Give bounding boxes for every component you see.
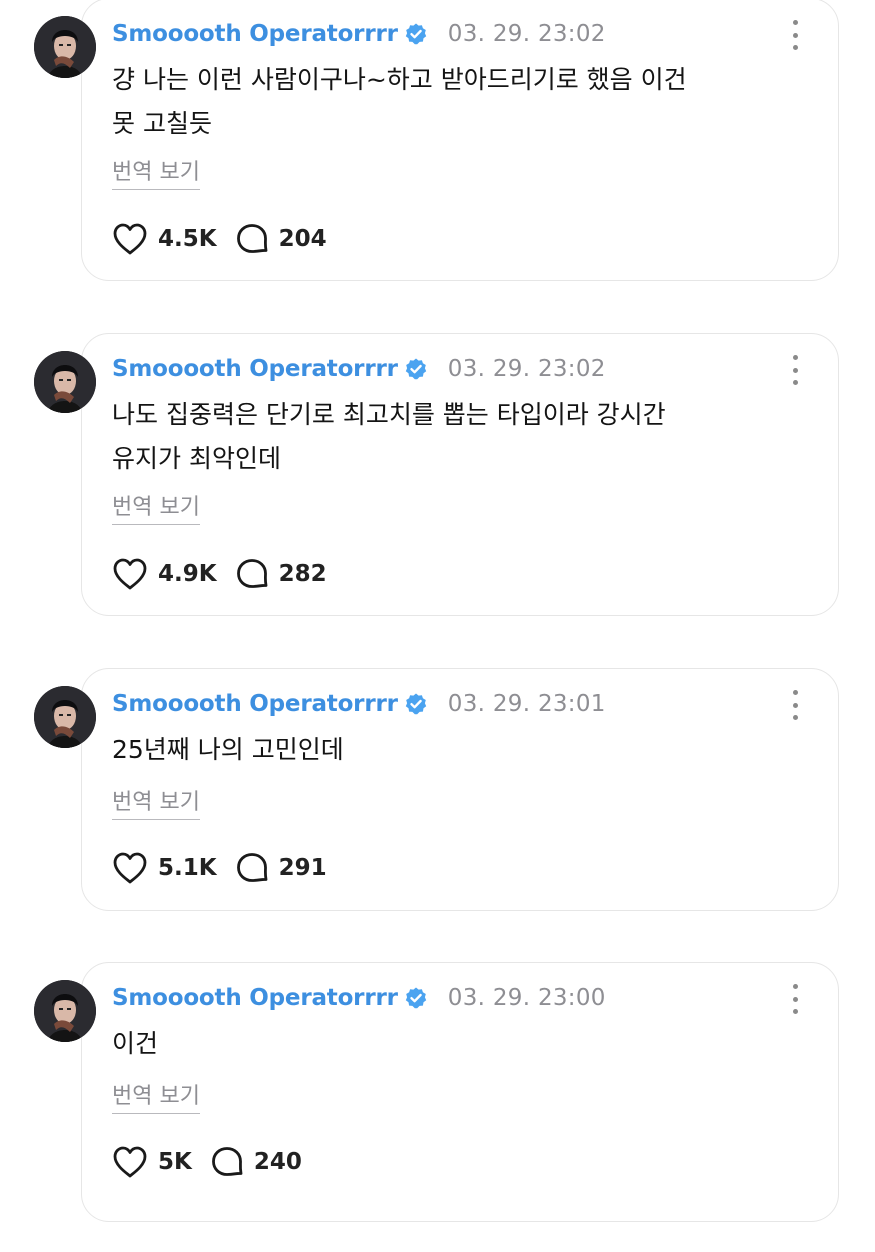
like-button[interactable]: 5.1K [112,851,217,885]
post-header: Smooooth Operatorrrr 03. 29. 23:01 [112,688,606,720]
like-count: 5K [158,1149,192,1175]
reply-button[interactable]: 204 [235,222,327,256]
post-timestamp: 03. 29. 23:02 [447,356,606,382]
heart-icon [113,558,147,590]
post-header: Smooooth Operatorrrr 03. 29. 23:00 [112,982,606,1014]
reply-count: 291 [278,855,327,881]
post-actions: 4.9K 282 [112,556,327,592]
comment-bubble-icon [236,853,267,882]
avatar[interactable] [34,16,96,78]
more-vertical-icon [792,355,798,360]
username[interactable]: Smooooth Operatorrrr [112,691,398,717]
post-timestamp: 03. 29. 23:00 [447,985,606,1011]
like-count: 4.5K [158,226,217,252]
reply-count: 282 [278,561,327,587]
like-button[interactable]: 4.5K [112,222,217,256]
heart-icon [113,1146,147,1178]
more-vertical-icon [792,690,798,695]
verified-badge-icon [404,692,428,716]
avatar[interactable] [34,351,96,413]
post-text: 걍 나는 이런 사람이구나~하고 받아드리기로 했음 이건 못 고칠듯 [112,65,687,138]
heart-icon [113,223,147,255]
like-button[interactable]: 5K [112,1145,192,1179]
username[interactable]: Smooooth Operatorrrr [112,356,398,382]
translate-link[interactable]: 번역 보기 [112,489,200,525]
translate-link[interactable]: 번역 보기 [112,154,200,190]
post-actions: 5K 240 [112,1144,302,1180]
more-options-button[interactable] [782,690,808,720]
reply-count: 240 [253,1149,302,1175]
post-text: 25년째 나의 고민인데 [112,735,344,764]
translate-link[interactable]: 번역 보기 [112,784,200,820]
reply-button[interactable]: 291 [235,851,327,885]
reply-count: 204 [278,226,327,252]
verified-badge-icon [404,357,428,381]
avatar[interactable] [34,686,96,748]
verified-badge-icon [404,986,428,1010]
post-timestamp: 03. 29. 23:01 [447,691,606,717]
reply-button[interactable]: 282 [235,557,327,591]
post-header: Smooooth Operatorrrr 03. 29. 23:02 [112,353,606,385]
more-options-button[interactable] [782,984,808,1014]
more-options-button[interactable] [782,355,808,385]
heart-icon [113,852,147,884]
comment-bubble-icon [236,559,267,588]
post-item: Smooooth Operatorrrr 03. 29. 23:00 이건 번역… [0,962,875,1252]
more-options-button[interactable] [782,20,808,50]
post-actions: 4.5K 204 [112,221,327,257]
post-timestamp: 03. 29. 23:02 [447,21,606,47]
username[interactable]: Smooooth Operatorrrr [112,985,398,1011]
reply-button[interactable]: 240 [210,1145,302,1179]
avatar[interactable] [34,980,96,1042]
post-item: Smooooth Operatorrrr 03. 29. 23:02 걍 나는 … [0,0,875,288]
post-actions: 5.1K 291 [112,850,327,886]
like-count: 5.1K [158,855,217,881]
post-item: Smooooth Operatorrrr 03. 29. 23:02 나도 집중… [0,333,875,623]
verified-badge-icon [404,22,428,46]
translate-link[interactable]: 번역 보기 [112,1078,200,1114]
username[interactable]: Smooooth Operatorrrr [112,21,398,47]
like-count: 4.9K [158,561,217,587]
more-vertical-icon [792,984,798,989]
post-item: Smooooth Operatorrrr 03. 29. 23:01 25년째 … [0,668,875,958]
post-text: 이건 [112,1029,159,1058]
more-vertical-icon [792,20,798,25]
comment-bubble-icon [211,1147,243,1176]
thread-feed: Smooooth Operatorrrr 03. 29. 23:02 걍 나는 … [0,0,875,1222]
comment-bubble-icon [236,224,267,253]
post-text: 나도 집중력은 단기로 최고치를 뽑는 타입이라 강시간 유지가 최악인데 [112,400,666,473]
like-button[interactable]: 4.9K [112,557,217,591]
post-header: Smooooth Operatorrrr 03. 29. 23:02 [112,18,606,50]
